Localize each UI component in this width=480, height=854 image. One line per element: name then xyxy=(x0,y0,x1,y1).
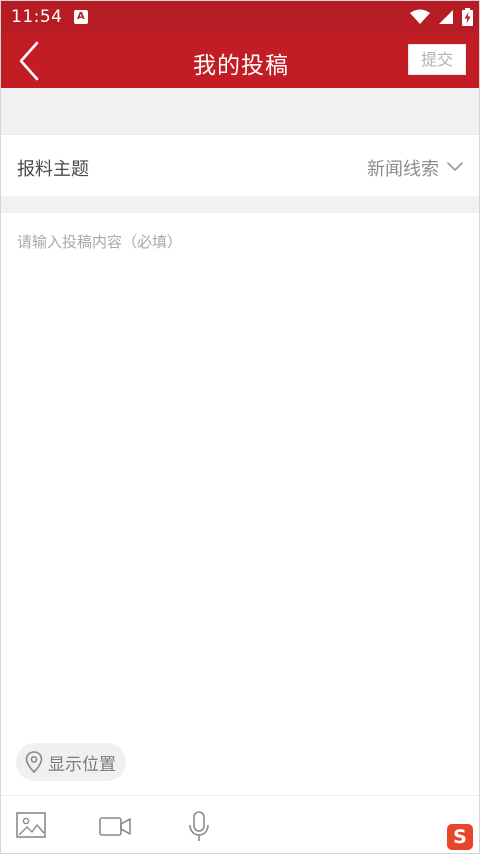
cell-signal-icon xyxy=(439,10,453,24)
media-toolbar xyxy=(1,795,479,853)
app-bar: 我的投稿 提交 xyxy=(1,33,479,88)
status-icons xyxy=(410,8,473,26)
content-input[interactable] xyxy=(1,213,479,733)
app-frame: 11:54 A 我的投稿 提交 报料主题 新闻线索 请输入投稿内容（必填） 显示… xyxy=(0,0,480,854)
status-bar: 11:54 A xyxy=(1,1,479,33)
top-spacer xyxy=(1,88,479,135)
sogou-ime-logo[interactable]: S xyxy=(447,824,473,850)
topic-label: 报料主题 xyxy=(17,159,89,180)
a-letter-notification-icon: A xyxy=(74,10,88,24)
add-audio-button[interactable] xyxy=(182,810,216,842)
topic-selector-row[interactable]: 报料主题 新闻线索 xyxy=(1,136,479,196)
submit-button[interactable]: 提交 xyxy=(408,44,466,75)
topic-value: 新闻线索 xyxy=(367,159,439,180)
video-camera-icon xyxy=(99,817,131,836)
chevron-down-icon xyxy=(447,162,463,171)
image-icon xyxy=(16,812,46,838)
wifi-icon xyxy=(410,9,430,24)
add-video-button[interactable] xyxy=(98,810,132,842)
battery-charging-icon xyxy=(462,8,473,26)
location-label: 显示位置 xyxy=(48,754,116,775)
add-image-button[interactable] xyxy=(15,810,49,842)
status-time: 11:54 xyxy=(11,7,63,27)
section-divider xyxy=(1,196,479,213)
location-pin-icon xyxy=(25,751,43,773)
show-location-button[interactable]: 显示位置 xyxy=(16,743,126,781)
microphone-icon xyxy=(189,811,209,841)
